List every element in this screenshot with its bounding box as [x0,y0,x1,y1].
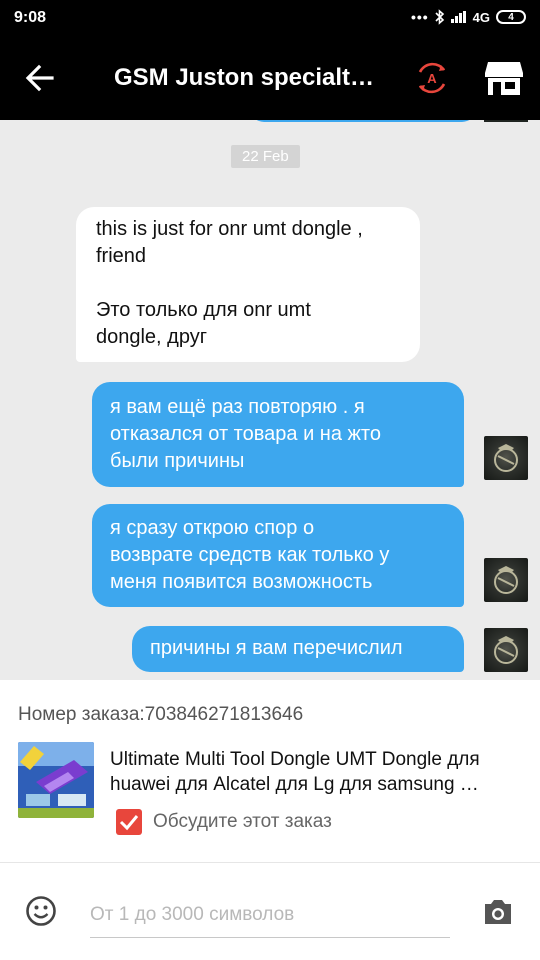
composer-bar [0,863,540,960]
camera-button[interactable] [482,897,514,927]
input-underline [90,937,450,938]
outgoing-message[interactable]: я вам ещё раз повторяю . я отказался от … [92,382,464,487]
crest-avatar-icon [494,444,518,472]
message-line: были причины [110,450,245,472]
crest-avatar-icon [494,566,518,594]
incoming-message[interactable]: this is just for onr umt dongle , friend… [76,207,420,362]
message-line: я вам ещё раз повторяю . я [110,396,365,418]
app-bar: GSM Juston specialt… A [0,36,540,120]
avatar [484,120,528,122]
message-line: я сразу открою спор о [110,517,315,539]
previous-message-bubble [250,120,476,122]
product-title[interactable]: Ultimate Multi Tool Dongle UMT Dongle дл… [110,747,520,797]
product-title-line: Ultimate Multi Tool Dongle UMT Dongle дл… [110,749,480,770]
emoji-button[interactable] [25,895,57,927]
store-button[interactable] [484,58,524,98]
message-line: меня появится возможность [110,571,373,593]
message-line: friend [96,245,147,267]
signal-icon [450,11,467,23]
message-line: причины я вам перечислил [150,637,403,659]
arrow-left-icon [25,64,54,92]
order-number: Номер заказа:703846271813646 [18,704,304,725]
product-thumbnail-icon [18,742,94,818]
outgoing-message[interactable]: я сразу открою спор о возврате средств к… [92,504,464,607]
message-line: this is just for onr umt dongle , [96,218,363,240]
message-line: dongle, друг [96,326,208,348]
more-dots-icon: ••• [410,9,429,25]
product-image[interactable] [18,742,94,818]
avatar[interactable] [484,558,528,602]
checkmark-icon [119,815,139,831]
status-icons: ••• 4G 4 [411,9,526,25]
order-panel: Номер заказа:703846271813646 Ultimate Mu… [0,680,540,862]
chat-title: GSM Juston specialt… [114,64,375,91]
status-time: 9:08 [14,9,47,26]
battery-level: 4 [508,11,514,23]
translate-a-icon: A [418,62,446,94]
crest-avatar-icon [494,636,518,664]
date-separator: 22 Feb [231,145,300,168]
camera-icon [485,900,511,924]
store-icon [485,62,523,95]
outgoing-message[interactable]: причины я вам перечислил [132,626,464,672]
message-line: возврате средств как только у [110,544,390,566]
svg-text:A: A [427,71,437,86]
message-line: отказался от товара и на жто [110,423,381,445]
discuss-order-label[interactable]: Обсудите этот заказ [153,811,332,833]
discuss-order-checkbox[interactable] [116,809,142,835]
back-button[interactable] [22,60,62,96]
chat-area[interactable]: 22 Feb this is just for onr umt dongle ,… [0,120,540,680]
product-title-line: huawei для Alcatel для Lg для samsung … [110,774,479,795]
message-line: Это только для onr umt [96,299,311,321]
message-input[interactable] [90,899,450,931]
network-type: 4G [472,9,490,25]
avatar[interactable] [484,436,528,480]
avatar[interactable] [484,628,528,672]
status-bar: 9:08 ••• 4G 4 [0,0,540,36]
emoji-icon [26,896,56,926]
battery-icon: 4 [496,10,526,24]
bluetooth-icon [435,9,444,25]
translate-button[interactable]: A [414,60,450,96]
